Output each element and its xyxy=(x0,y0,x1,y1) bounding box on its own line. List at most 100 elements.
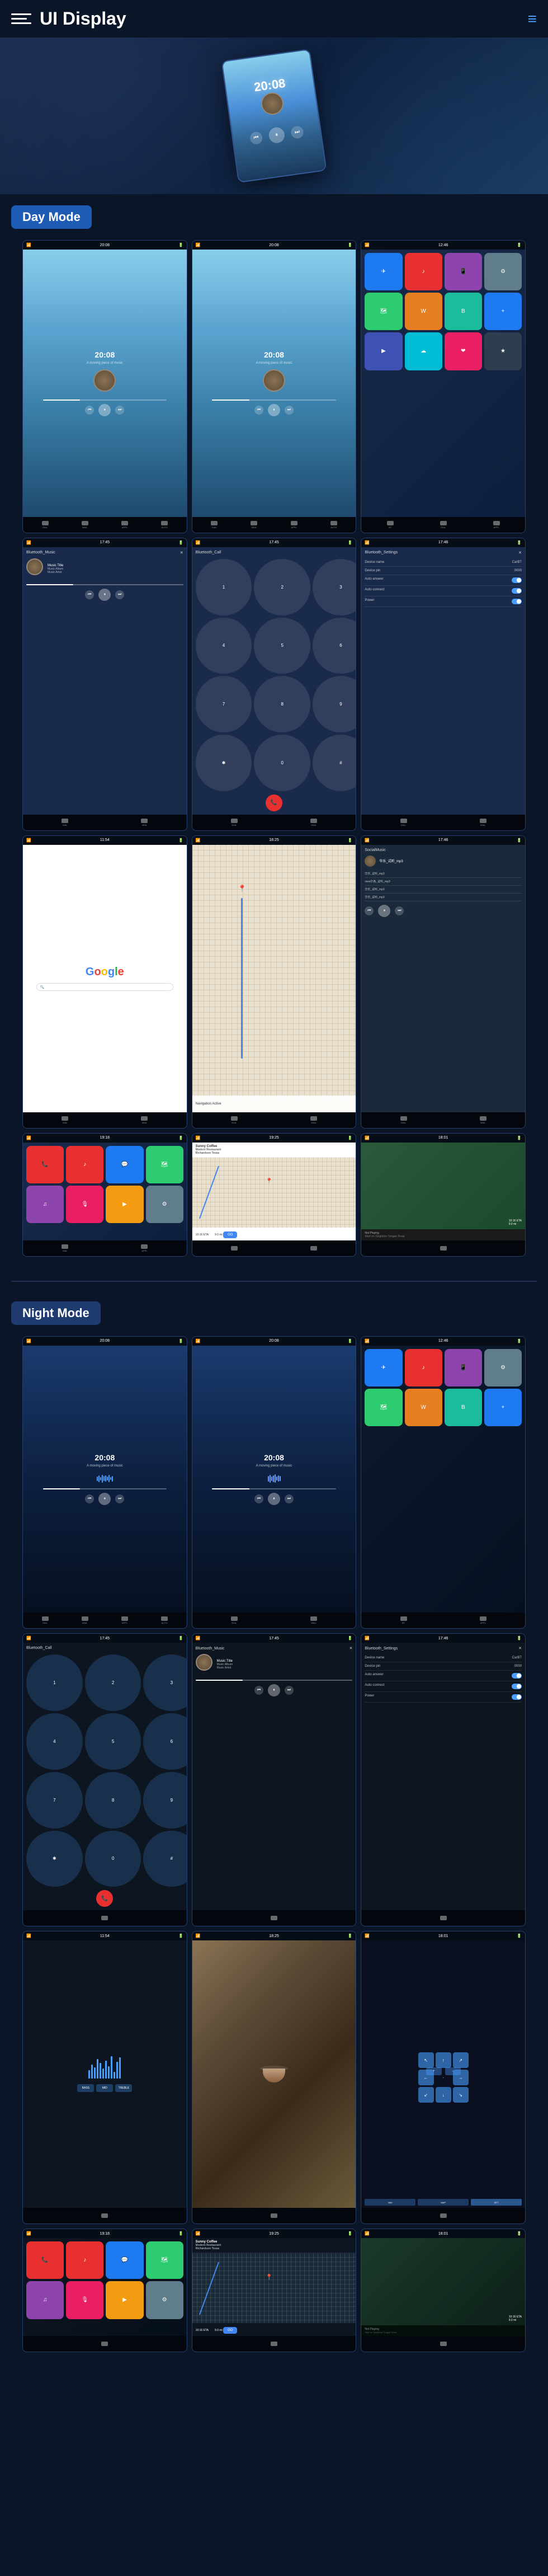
n-cp-messages[interactable]: 💬 xyxy=(106,2241,143,2279)
key-hash[interactable]: # xyxy=(313,735,356,791)
nav-9-1[interactable]: DIAL xyxy=(400,1116,407,1124)
n-key-7[interactable]: 7 xyxy=(26,1772,83,1828)
n-play-btn-2[interactable]: ⏸ xyxy=(268,1493,280,1505)
app-telegram[interactable]: ✈ xyxy=(365,253,402,290)
key-6[interactable]: 6 xyxy=(313,618,356,674)
n-cp-maps[interactable]: 🗺 xyxy=(146,2241,183,2279)
key-5[interactable]: 5 xyxy=(254,618,310,674)
nav-func-3[interactable]: SET xyxy=(471,2199,522,2206)
cp-settings[interactable]: ⚙ xyxy=(146,1186,183,1223)
arrow-up[interactable]: ↑ xyxy=(436,2052,451,2068)
n-prev-btn-1[interactable]: ⏮ xyxy=(85,1494,94,1503)
n-cp-podcast[interactable]: 🎙 xyxy=(66,2281,103,2319)
app-extra2[interactable]: ▶ xyxy=(365,332,402,370)
n-app-extra1[interactable]: + xyxy=(484,1389,522,1426)
cp-podcast[interactable]: 🎙 xyxy=(66,1186,103,1223)
next-button[interactable]: ⏭ xyxy=(290,125,304,139)
eq-control-1[interactable]: BASS xyxy=(77,2084,94,2092)
nav-10-1[interactable]: DIAL xyxy=(62,1244,68,1252)
n-nav-5-1[interactable] xyxy=(271,1916,277,1920)
app-extra1[interactable]: + xyxy=(484,293,522,330)
key-4[interactable]: 4 xyxy=(196,618,252,674)
nav-8-2[interactable]: MAIL xyxy=(310,1116,317,1124)
nav-6-2[interactable]: MAIL xyxy=(480,819,486,826)
social-list-item-4[interactable]: 华乐_试听_mp3 xyxy=(365,894,522,901)
n-key-4[interactable]: 4 xyxy=(26,1713,83,1770)
nav-5-2[interactable]: MAIL xyxy=(310,819,317,826)
n-key-hash[interactable]: # xyxy=(143,1831,187,1887)
play-btn-2[interactable]: ⏸ xyxy=(268,404,280,416)
social-next[interactable]: ⏭ xyxy=(395,906,404,915)
n-nav-4-1[interactable] xyxy=(101,1916,108,1920)
n-nav-10-1[interactable] xyxy=(101,2342,108,2346)
arrow-downleft[interactable]: ↙ xyxy=(418,2087,434,2103)
app-navigation[interactable]: 🗺 xyxy=(365,293,402,330)
nav-item-6[interactable]: MAIL xyxy=(251,521,257,529)
nav-item-5[interactable]: DIAL xyxy=(211,521,218,529)
arrow-left[interactable]: ← xyxy=(418,2070,434,2085)
cp-spotify[interactable]: ♫ xyxy=(26,1186,64,1223)
n-app-waze[interactable]: W xyxy=(405,1389,442,1426)
n-key-8[interactable]: 8 xyxy=(85,1772,141,1828)
nav-item-3[interactable]: APPL xyxy=(121,521,128,529)
n-bt-prev[interactable]: ⏮ xyxy=(254,1686,263,1695)
cp-music[interactable]: ♪ xyxy=(66,1146,103,1183)
next-btn-2[interactable]: ⏭ xyxy=(285,406,294,415)
n-cp-extra[interactable]: ▶ xyxy=(106,2281,143,2319)
n-prev-btn-2[interactable]: ⏮ xyxy=(254,1494,263,1503)
prev-btn-1[interactable]: ⏮ xyxy=(85,406,94,415)
n-key-3[interactable]: 3 xyxy=(143,1654,187,1711)
n-nav-6-1[interactable] xyxy=(440,1916,447,1920)
nav-8-1[interactable]: DIAL xyxy=(231,1116,238,1124)
social-list-item-2[interactable]: view尔各_试听_mp3 xyxy=(365,878,522,886)
nav-mail[interactable]: MAIL xyxy=(141,819,148,826)
key-8[interactable]: 8 xyxy=(254,676,310,732)
key-3[interactable]: 3 xyxy=(313,559,356,615)
cp-extra[interactable]: ▶ xyxy=(106,1186,143,1223)
menu-icon[interactable] xyxy=(11,9,31,29)
n-app-music[interactable]: ♪ xyxy=(405,1349,442,1386)
n-bt-auto-connect-toggle[interactable] xyxy=(512,1684,522,1689)
nav-9-2[interactable]: MAIL xyxy=(480,1116,486,1124)
nav-6-1[interactable]: DIAL xyxy=(400,819,407,826)
social-play[interactable]: ⏸ xyxy=(378,905,390,917)
n-app-telegram[interactable]: ✈ xyxy=(365,1349,402,1386)
n-nav-2-2[interactable]: MAIL xyxy=(310,1616,317,1624)
app-settings[interactable]: ⚙ xyxy=(484,253,522,290)
n-key-6[interactable]: 6 xyxy=(143,1713,187,1770)
n-nav-11-1[interactable] xyxy=(271,2342,277,2346)
n-cp-music[interactable]: ♪ xyxy=(66,2241,103,2279)
arrow-down[interactable]: ↓ xyxy=(436,2087,451,2103)
google-search-bar[interactable]: 🔍 xyxy=(36,983,173,991)
bt-next[interactable]: ⏭ xyxy=(115,590,124,599)
n-bt-play[interactable]: ⏸ xyxy=(268,1684,280,1696)
key-star[interactable]: ✱ xyxy=(196,735,252,791)
nav-11-1[interactable] xyxy=(231,1246,238,1251)
n-key-0[interactable]: 0 xyxy=(85,1831,141,1887)
n-nav-8-1[interactable] xyxy=(271,2213,277,2218)
n-end-call-button[interactable]: 📞 xyxy=(96,1890,113,1907)
app-extra4[interactable]: ❤ xyxy=(445,332,482,370)
social-prev[interactable]: ⏮ xyxy=(365,906,374,915)
nav-7-1[interactable]: DIAL xyxy=(62,1116,68,1124)
n-bt-next[interactable]: ⏭ xyxy=(285,1686,294,1695)
social-list-item-1[interactable]: 华乐_试听_mp3 xyxy=(365,870,522,878)
bt-play[interactable]: ⏸ xyxy=(98,589,111,601)
nav-12-1[interactable] xyxy=(440,1246,447,1251)
n-key-2[interactable]: 2 xyxy=(85,1654,141,1711)
n-app-phone[interactable]: 📱 xyxy=(445,1349,482,1386)
prev-button[interactable]: ⏮ xyxy=(249,131,263,145)
n-app-nav[interactable]: 🗺 xyxy=(365,1389,402,1426)
nav-func-1[interactable]: NAV xyxy=(365,2199,415,2206)
hamburger-right-icon[interactable]: ≡ xyxy=(528,10,537,28)
n-nav-3-2[interactable]: APPL xyxy=(480,1616,486,1624)
n-bt-auto-answer-toggle[interactable] xyxy=(512,1673,522,1679)
key-9[interactable]: 9 xyxy=(313,676,356,732)
cp-messages[interactable]: 💬 xyxy=(106,1146,143,1183)
nav-item-1[interactable]: DIAL xyxy=(42,521,49,529)
n-app-settings[interactable]: ⚙ xyxy=(484,1349,522,1386)
arrow-upright[interactable]: ↗ xyxy=(453,2052,469,2068)
arrow-right[interactable]: → xyxy=(453,2070,469,2085)
nav-item-7[interactable]: APPL xyxy=(291,521,297,529)
nav-dial[interactable]: DIAL xyxy=(440,521,447,529)
